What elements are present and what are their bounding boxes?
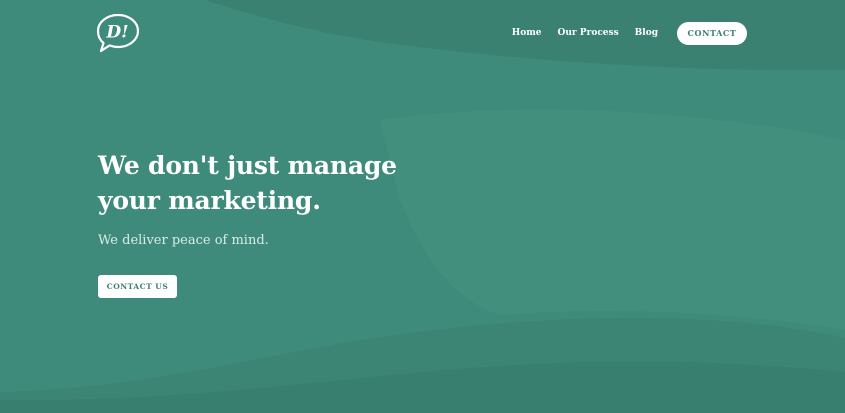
hero-title: We don't just manage your marketing. <box>98 148 518 218</box>
logo-text: D! <box>105 23 128 43</box>
nav-item-home[interactable]: Home <box>512 28 542 38</box>
site-header: D! Home Our Process Blog CONTACT <box>0 0 845 66</box>
main-nav: Home Our Process Blog CONTACT <box>512 21 747 45</box>
hero-title-line-2: your marketing. <box>98 186 321 215</box>
nav-item-our-process[interactable]: Our Process <box>558 28 619 38</box>
hero-section: We don't just manage your marketing. We … <box>98 148 518 298</box>
contact-button[interactable]: CONTACT <box>677 21 747 45</box>
hero-title-line-1: We don't just manage <box>98 151 397 180</box>
nav-item-blog[interactable]: Blog <box>635 28 658 38</box>
contact-us-button[interactable]: CONTACT US <box>98 275 177 298</box>
hero-subtitle: We deliver peace of mind. <box>98 233 269 248</box>
speech-bubble-logo-icon[interactable]: D! <box>96 13 140 53</box>
